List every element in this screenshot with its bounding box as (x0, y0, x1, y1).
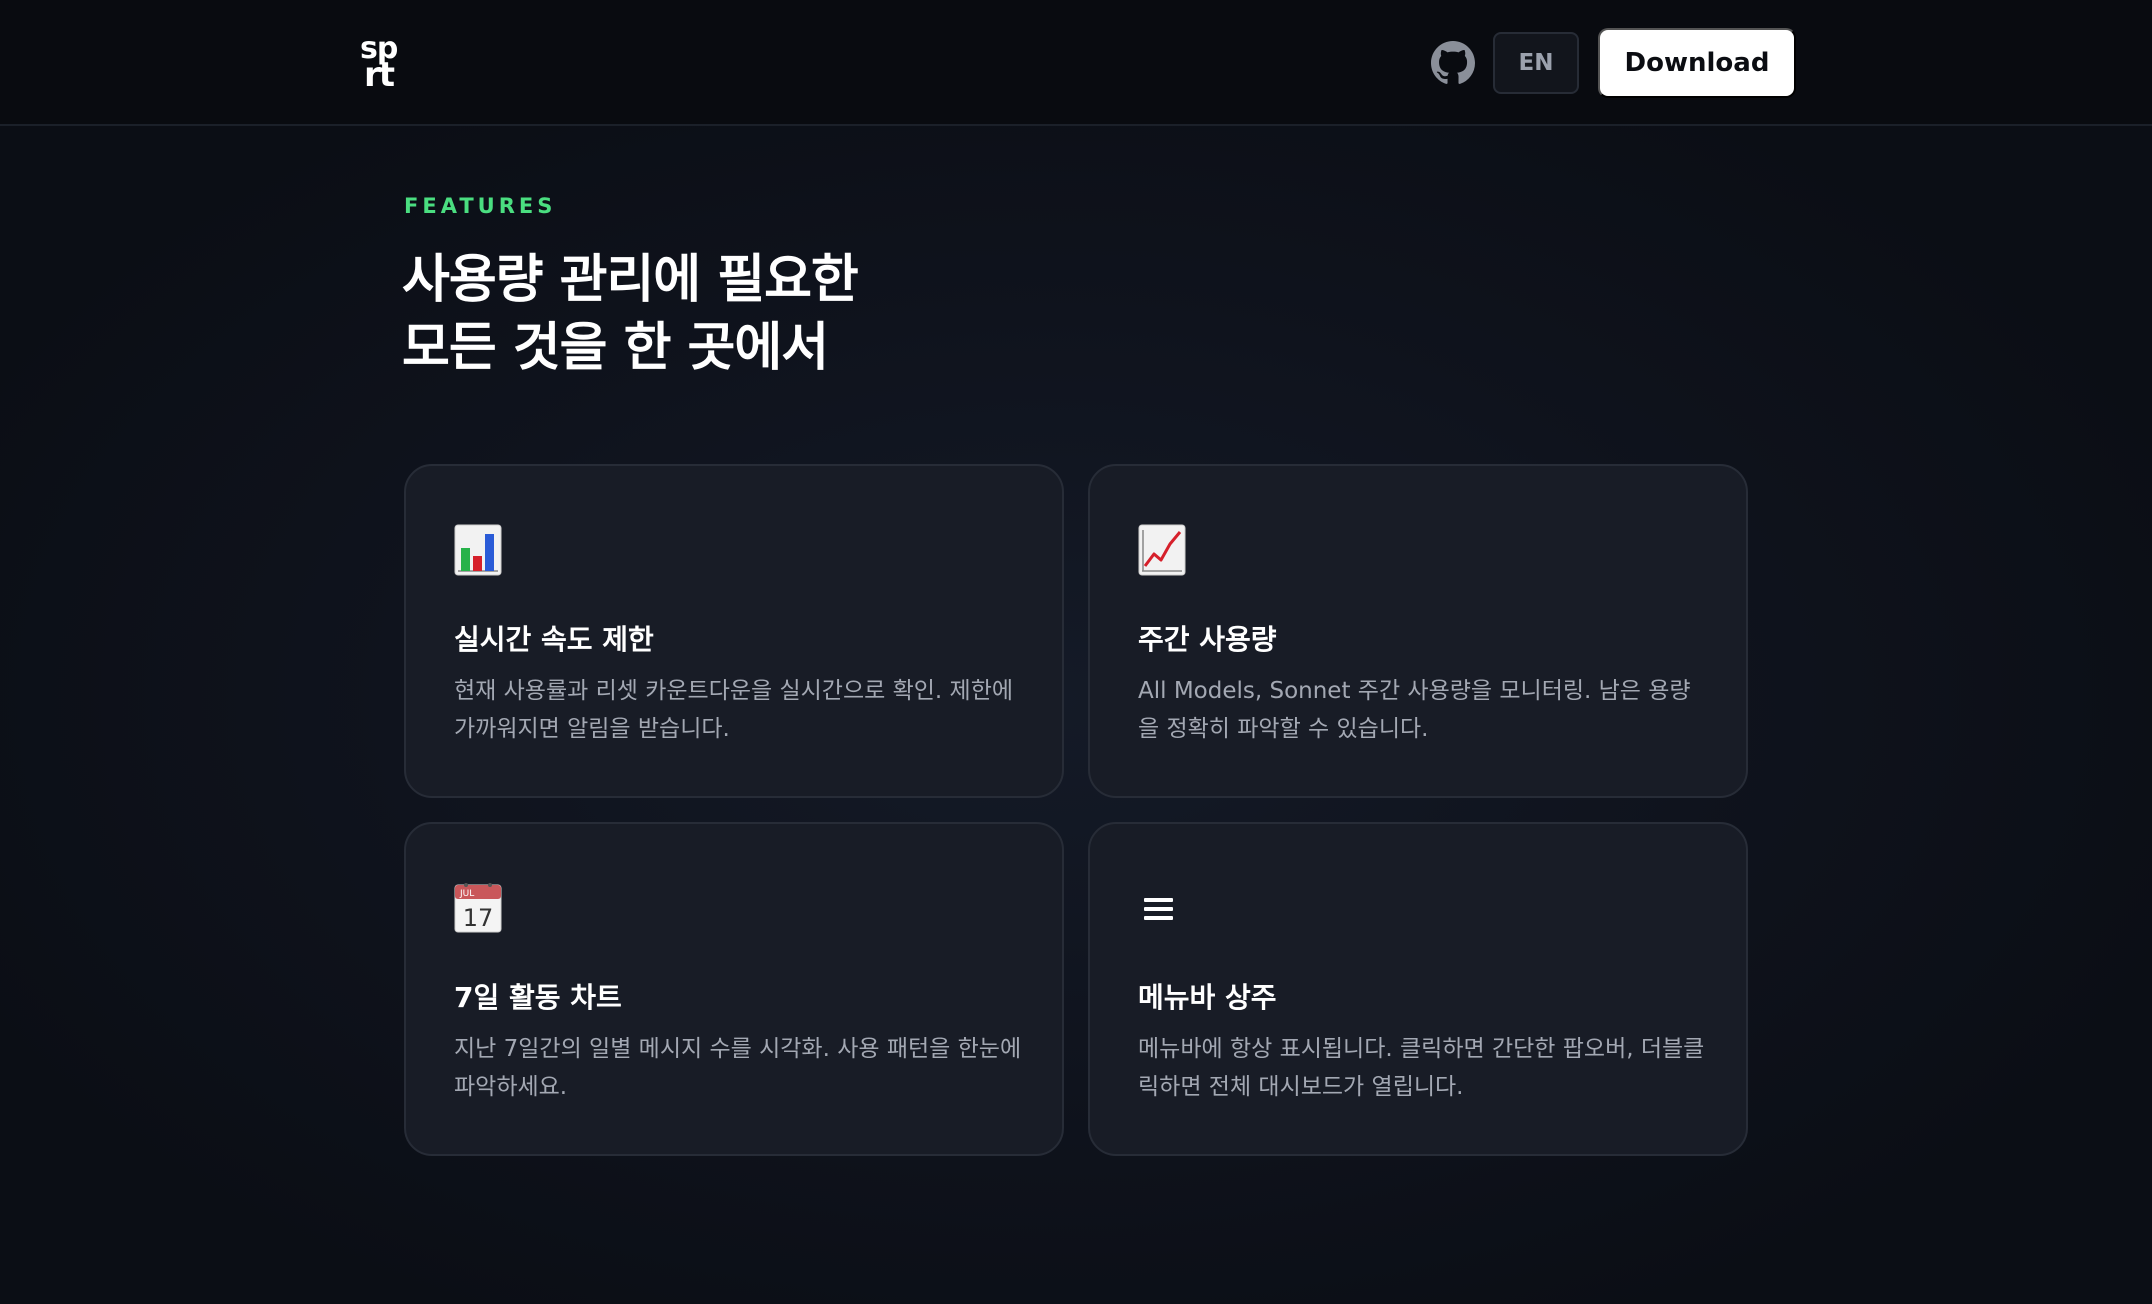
calendar-month: JUL (459, 889, 474, 899)
feature-description: 메뉴바에 항상 표시됩니다. 클릭하면 간단한 팝오버, 더블클릭하면 전체 대… (1138, 1036, 1705, 1100)
language-toggle-button[interactable]: EN (1493, 32, 1579, 94)
section-eyebrow: FEATURES (404, 194, 557, 218)
download-button[interactable]: Download (1598, 28, 1796, 98)
feature-card-menubar-resident: 메뉴바 상주 메뉴바에 항상 표시됩니다. 클릭하면 간단한 팝오버, 더블클릭… (1088, 822, 1748, 1156)
headline-line-2: 모든 것을 한 곳에서 (402, 318, 829, 378)
section-headline: 사용량 관리에 필요한 모든 것을 한 곳에서 (402, 246, 1202, 382)
headline-line-1: 사용량 관리에 필요한 (402, 250, 859, 310)
logo-text-bottom: rt (364, 55, 395, 95)
feature-description: All Models, Sonnet 주간 사용량을 모니터링. 남은 용량을 … (1138, 678, 1691, 742)
feature-title: 주간 사용량 (1138, 623, 1277, 656)
github-icon[interactable] (1431, 41, 1475, 85)
feature-title: 실시간 속도 제한 (454, 623, 654, 656)
feature-card-weekly-usage: 주간 사용량 All Models, Sonnet 주간 사용량을 모니터링. … (1088, 464, 1748, 798)
calendar-day: 17 (463, 904, 494, 932)
feature-title: 7일 활동 차트 (454, 981, 622, 1014)
line-chart-icon (1138, 524, 1186, 576)
bar-chart-icon (454, 524, 502, 576)
feature-card-realtime-rate-limit: 실시간 속도 제한 현재 사용률과 리셋 카운트다운을 실시간으로 확인. 제한… (404, 464, 1064, 798)
feature-description: 현재 사용률과 리셋 카운트다운을 실시간으로 확인. 제한에 가까워지면 알림… (454, 678, 1014, 742)
logo[interactable]: sp rt (358, 34, 410, 94)
top-navigation-bar: sp rt EN Download (0, 0, 2152, 126)
menu-icon (1138, 882, 1186, 934)
feature-card-7day-activity-chart: JUL 17 7일 활동 차트 지난 7일간의 일별 메시지 수를 시각화. 사… (404, 822, 1064, 1156)
feature-title: 메뉴바 상주 (1138, 981, 1277, 1014)
calendar-icon: JUL 17 (454, 882, 502, 934)
feature-description: 지난 7일간의 일별 메시지 수를 시각화. 사용 패턴을 한눈에 파악하세요. (454, 1036, 1022, 1100)
